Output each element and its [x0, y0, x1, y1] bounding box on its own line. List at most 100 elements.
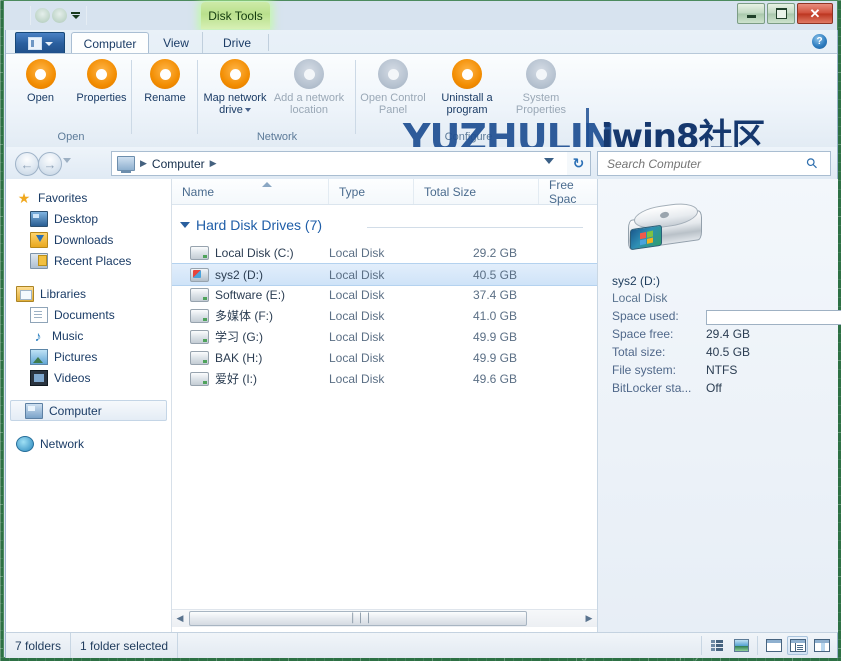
help-icon[interactable]: ?: [812, 34, 827, 49]
sidebar-item-recent-places[interactable]: Recent Places: [6, 250, 171, 271]
title-bar: Disk Tools ✕: [4, 1, 837, 30]
sidebar-item-label: Libraries: [40, 286, 87, 301]
breadcrumb-separator-icon[interactable]: ▶: [210, 158, 217, 169]
file-list: Name Type Total Size Free Spac Hard Disk…: [172, 179, 597, 632]
qat-customize-dropdown-icon[interactable]: [69, 9, 82, 22]
row-name: 爱好 (I:): [215, 372, 257, 386]
details-value: Off: [706, 381, 722, 395]
row-type: Local Disk: [329, 371, 385, 386]
quick-access-toolbar[interactable]: [30, 6, 87, 25]
search-icon[interactable]: ⚲: [802, 154, 821, 173]
star-icon: ★: [17, 189, 31, 206]
scroll-left-icon[interactable]: ◀: [172, 611, 188, 626]
ribbon-button-properties[interactable]: Properties: [71, 59, 132, 104]
column-header-total-size[interactable]: Total Size: [414, 179, 539, 204]
row-type: Local Disk: [329, 308, 385, 323]
sidebar-item-downloads[interactable]: Downloads: [6, 229, 171, 250]
ribbon-group-configure: Open Control Panel Uninstall a program S…: [356, 54, 581, 148]
table-row[interactable]: Local Disk (C:) Local Disk 29.2 GB: [172, 242, 597, 263]
large-icons-view-button[interactable]: [731, 636, 752, 655]
contextual-tab-disk-tools[interactable]: Disk Tools: [201, 2, 270, 29]
minimize-button[interactable]: [737, 3, 765, 24]
maximize-button[interactable]: [767, 3, 795, 24]
refresh-button[interactable]: ↻: [567, 151, 591, 176]
ribbon-button-map-network-drive[interactable]: Map network drive: [198, 59, 272, 116]
details-value: 40.5 GB: [706, 345, 751, 359]
details-value: 29.4 GB: [706, 327, 751, 341]
chevron-down-icon[interactable]: [180, 222, 190, 228]
sidebar-item-music[interactable]: ♪ Music: [6, 325, 171, 346]
qat-properties-icon[interactable]: [35, 8, 50, 23]
table-row[interactable]: sys2 (D:) Local Disk 40.5 GB: [172, 263, 597, 286]
breadcrumb-item-computer[interactable]: Computer: [152, 157, 205, 171]
sidebar-item-favorites[interactable]: ★ Favorites: [6, 187, 171, 208]
column-header-type[interactable]: Type: [329, 179, 414, 204]
ribbon-button-open-control-panel[interactable]: Open Control Panel: [356, 59, 430, 116]
ribbon-button-uninstall-a-program[interactable]: Uninstall a program: [430, 59, 504, 116]
row-total-size: 49.9 GB: [472, 350, 517, 365]
breadcrumb[interactable]: ▶ Computer ▶: [111, 151, 568, 176]
network-icon: [16, 435, 34, 452]
details-key: Space free:: [612, 327, 674, 341]
search-input[interactable]: [605, 155, 805, 172]
column-header-name[interactable]: Name: [172, 179, 329, 204]
ribbon-group-network-label: Network: [256, 131, 298, 143]
qat-undo-icon[interactable]: [52, 8, 67, 23]
file-menu-button[interactable]: [15, 32, 65, 54]
music-icon: ♪: [34, 327, 42, 344]
ribbon-button-open[interactable]: Open: [10, 59, 71, 104]
search-box[interactable]: ⚲: [597, 151, 831, 176]
navigation-pane: ★ Favorites Desktop Downloads Recent Pla…: [6, 179, 172, 632]
horizontal-scrollbar[interactable]: ◀ ▕▕▕ ▶: [172, 609, 597, 627]
tab-view[interactable]: View: [149, 32, 203, 53]
sidebar-item-libraries[interactable]: Libraries: [6, 283, 171, 304]
system-properties-icon: [526, 59, 556, 89]
back-button[interactable]: ←: [15, 152, 39, 176]
tab-drive[interactable]: Drive: [206, 32, 268, 53]
details-pane-button[interactable]: [787, 636, 808, 655]
row-total-size: 49.9 GB: [472, 329, 517, 344]
table-row[interactable]: 多媒体 (F:) Local Disk 41.0 GB: [172, 305, 597, 326]
space-used-bar: [706, 310, 841, 325]
breadcrumb-separator-icon: ▶: [140, 158, 147, 168]
ribbon-button-rename[interactable]: Rename: [132, 59, 198, 104]
sidebar-item-pictures[interactable]: Pictures: [6, 346, 171, 367]
sidebar-item-computer[interactable]: Computer: [10, 400, 167, 421]
close-button[interactable]: ✕: [797, 3, 833, 24]
uninstall-program-icon: [452, 59, 482, 89]
table-row[interactable]: 爱好 (I:) Local Disk 49.6 GB: [172, 368, 597, 389]
details-view-icon: [711, 640, 724, 651]
details-view-button[interactable]: [707, 636, 728, 655]
sidebar-item-videos[interactable]: Videos: [6, 367, 171, 388]
address-bar: ← → ▶ Computer ▶ ↻ ⚲: [5, 147, 838, 179]
recent-places-icon: [30, 252, 48, 269]
drive-icon: [190, 308, 209, 323]
scroll-right-icon[interactable]: ▶: [581, 611, 597, 626]
recent-pages-dropdown-icon[interactable]: [63, 158, 71, 163]
ribbon-button-system-properties[interactable]: System Properties: [504, 59, 578, 116]
ribbon-button-add-network-location[interactable]: Add a network location: [272, 59, 346, 116]
ribbon-button-properties-label: Properties: [76, 92, 127, 104]
sidebar-item-network[interactable]: Network: [6, 433, 171, 454]
table-row[interactable]: 学习 (G:) Local Disk 49.9 GB: [172, 326, 597, 347]
preview-pane-button[interactable]: [763, 636, 784, 655]
drive-icon: [190, 245, 209, 260]
tab-computer[interactable]: Computer: [71, 32, 149, 55]
group-header-hard-disk-drives[interactable]: Hard Disk Drives (7): [172, 212, 597, 238]
table-row[interactable]: Software (E:) Local Disk 37.4 GB: [172, 284, 597, 305]
view-mode-group-1: [701, 636, 757, 655]
table-row[interactable]: BAK (H:) Local Disk 49.9 GB: [172, 347, 597, 368]
ribbon-button-system-properties-label: System Properties: [515, 92, 567, 116]
column-header-free-space[interactable]: Free Spac: [539, 179, 597, 206]
address-dropdown-icon[interactable]: [544, 158, 554, 164]
sidebar-item-desktop[interactable]: Desktop: [6, 208, 171, 229]
libraries-icon: [16, 285, 34, 302]
sidebar-item-label: Downloads: [54, 232, 114, 247]
videos-icon: [30, 369, 48, 386]
forward-button[interactable]: →: [38, 152, 62, 176]
scrollbar-thumb[interactable]: ▕▕▕: [189, 611, 527, 626]
sidebar-item-documents[interactable]: Documents: [6, 304, 171, 325]
navigation-pane-button[interactable]: [811, 636, 832, 655]
details-key: Space used:: [612, 309, 679, 323]
details-key: BitLocker sta...: [612, 381, 692, 395]
